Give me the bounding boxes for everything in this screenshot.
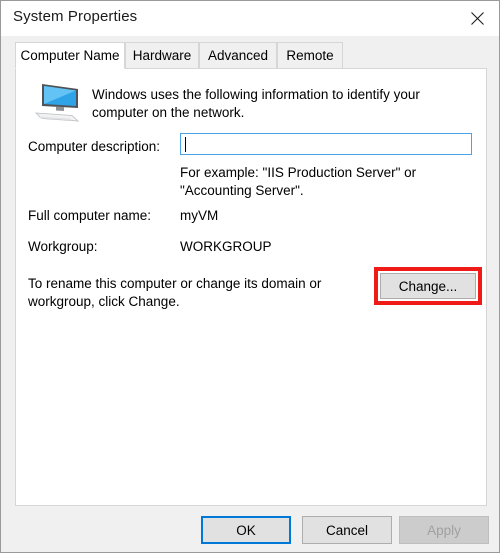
intro-text: Windows uses the following information t… — [92, 87, 420, 120]
tab-strip: Computer Name Hardware Advanced Remote — [15, 42, 487, 69]
workgroup-value: WORKGROUP — [180, 239, 272, 254]
change-button[interactable]: Change... — [380, 273, 476, 299]
tab-label: Computer Name — [20, 48, 120, 63]
window-title: System Properties — [13, 8, 138, 25]
full-computer-name-label: Full computer name: — [28, 208, 152, 223]
close-icon[interactable] — [455, 1, 499, 35]
rename-instruction-text: To rename this computer or change its do… — [28, 276, 322, 309]
tab-remote[interactable]: Remote — [277, 42, 343, 68]
computer-description-input[interactable] — [180, 133, 472, 155]
ok-button[interactable]: OK — [201, 516, 291, 544]
tab-computer-name[interactable]: Computer Name — [15, 42, 125, 69]
computer-name-tab-panel: Windows uses the following information t… — [15, 68, 487, 506]
tab-label: Advanced — [207, 48, 269, 63]
computer-monitor-icon — [32, 80, 84, 126]
tab-advanced[interactable]: Advanced — [199, 42, 277, 68]
computer-description-label: Computer description: — [28, 139, 161, 154]
full-computer-name-value: myVM — [180, 208, 219, 223]
text-caret — [185, 137, 186, 152]
system-properties-dialog: System Properties Computer Name Hardware… — [0, 0, 500, 553]
apply-button: Apply — [399, 516, 489, 544]
example-text: For example: "IIS Production Server" or … — [180, 165, 417, 198]
tab-hardware[interactable]: Hardware — [125, 42, 199, 68]
tab-label: Remote — [286, 48, 334, 63]
cancel-button[interactable]: Cancel — [302, 516, 392, 544]
workgroup-label: Workgroup: — [28, 239, 98, 254]
title-bar: System Properties — [1, 1, 499, 36]
tab-label: Hardware — [132, 48, 192, 63]
